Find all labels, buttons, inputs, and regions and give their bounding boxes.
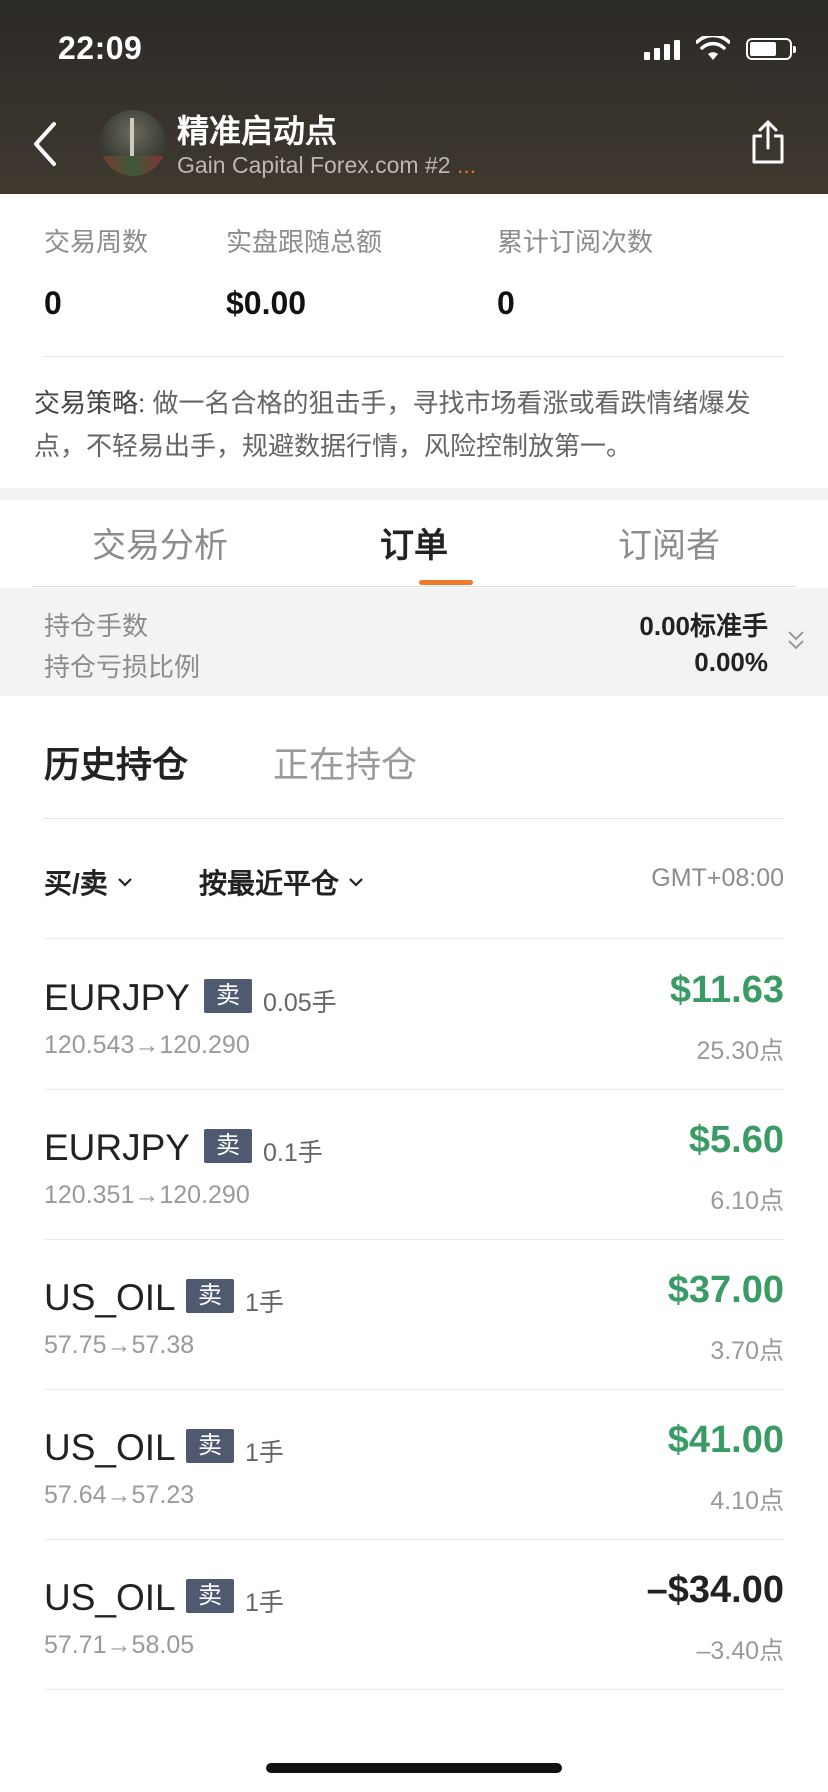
- chevron-down-icon: [349, 878, 363, 887]
- battery-icon: [746, 38, 796, 60]
- order-pnl: $41.00: [667, 1419, 784, 1461]
- summary-lots-value: 0.00标准手: [639, 611, 768, 641]
- stat-value: 0: [497, 285, 515, 321]
- avatar[interactable]: [100, 110, 166, 176]
- order-side-badge: 卖: [186, 1579, 234, 1613]
- stat-label: 交易周数: [44, 227, 149, 257]
- signal-icon: [644, 38, 680, 60]
- divider: [44, 356, 784, 357]
- order-prices: 120.543→120.290: [44, 1031, 250, 1059]
- strategy-label: 交易策略:: [34, 388, 146, 418]
- order-points: 25.30点: [696, 1037, 784, 1065]
- order-prices: 57.64→57.23: [44, 1481, 195, 1509]
- subtab-history-positions[interactable]: 历史持仓: [44, 736, 188, 788]
- section-gap: [0, 488, 828, 500]
- order-lots: 0.05手: [263, 989, 337, 1017]
- stat-weeks: 交易周数 0: [44, 222, 148, 322]
- order-pnl: $11.63: [669, 969, 784, 1011]
- tab-active-indicator: [419, 580, 473, 585]
- tab-orders[interactable]: 订单: [380, 518, 448, 567]
- order-side-badge: 卖: [186, 1429, 234, 1463]
- share-icon[interactable]: [748, 118, 788, 166]
- order-lots: 1手: [245, 1289, 284, 1317]
- summary-ratio-row: 持仓亏损比例 0.00%: [44, 647, 768, 684]
- summary-ratio-label: 持仓亏损比例: [44, 652, 201, 682]
- stat-value: $0.00: [226, 285, 307, 321]
- home-indicator[interactable]: [266, 1763, 562, 1773]
- header: 22:09 精准启动点 Gain Capital Forex.com #2 ..…: [0, 0, 828, 194]
- stat-label: 累计订阅次数: [497, 227, 654, 257]
- order-points: 6.10点: [710, 1187, 784, 1215]
- subtab-open-positions[interactable]: 正在持仓: [273, 736, 417, 788]
- side-filter-label: 买/卖: [44, 868, 108, 899]
- stats-panel: 交易周数 0 实盘跟随总额 $0.00 累计订阅次数 0: [44, 222, 784, 322]
- order-row[interactable]: US_OIL 卖 1手 57.75→57.38 $37.00 3.70点: [44, 1239, 784, 1390]
- order-points: –3.40点: [696, 1637, 784, 1665]
- order-points: 3.70点: [710, 1337, 784, 1365]
- order-prices: 120.351→120.290: [44, 1181, 250, 1209]
- stat-follow-amount: 实盘跟随总额 $0.00: [226, 222, 382, 322]
- order-side-badge: 卖: [204, 979, 252, 1013]
- order-points: 4.10点: [710, 1487, 784, 1515]
- order-prices: 57.75→57.38: [44, 1331, 195, 1359]
- divider: [44, 818, 784, 819]
- side-filter-dropdown[interactable]: 买/卖: [44, 862, 134, 902]
- page-subtitle: Gain Capital Forex.com #2 ...: [177, 152, 476, 179]
- order-pnl: $37.00: [667, 1269, 784, 1311]
- order-symbol: EURJPY: [44, 1127, 190, 1168]
- order-symbol: US_OIL: [44, 1427, 176, 1468]
- order-side-badge: 卖: [186, 1279, 234, 1313]
- stat-subscriptions: 累计订阅次数 0: [497, 222, 653, 322]
- status-icons: [644, 34, 796, 64]
- order-symbol: US_OIL: [44, 1277, 176, 1318]
- back-arrow-icon[interactable]: [26, 118, 66, 170]
- order-row[interactable]: US_OIL 卖 1手 57.64→57.23 $41.00 4.10点: [44, 1389, 784, 1540]
- summary-lots-row: 持仓手数 0.00标准手: [44, 606, 768, 643]
- summary-lots-label: 持仓手数: [44, 611, 149, 641]
- order-prices: 57.71→58.05: [44, 1631, 195, 1659]
- chevron-down-icon: [118, 878, 132, 887]
- wifi-icon: [696, 36, 730, 60]
- tab-subscribers[interactable]: 订阅者: [618, 518, 720, 567]
- summary-ratio-value: 0.00%: [694, 647, 768, 677]
- sort-filter-dropdown[interactable]: 按最近平仓: [199, 862, 365, 902]
- order-lots: 0.1手: [263, 1139, 323, 1167]
- tab-trade-analysis[interactable]: 交易分析: [92, 518, 228, 567]
- order-symbol: EURJPY: [44, 977, 190, 1018]
- order-pnl: $5.60: [688, 1119, 784, 1161]
- order-lots: 1手: [245, 1589, 284, 1617]
- order-lots: 1手: [245, 1439, 284, 1467]
- tab-bar: 交易分析 订单 订阅者: [32, 500, 796, 587]
- order-side-badge: 卖: [204, 1129, 252, 1163]
- subtitle-ellipsis: ...: [456, 152, 477, 178]
- position-summary[interactable]: 持仓手数 0.00标准手 持仓亏损比例 0.00%: [0, 588, 828, 696]
- stat-value: 0: [44, 285, 62, 321]
- strategy-text: 交易策略: 做一名合格的狙击手，寻找市场看涨或看跌情绪爆发点，不轻易出手，规避数…: [34, 382, 794, 468]
- double-chevron-down-icon[interactable]: [786, 628, 806, 654]
- sort-filter-label: 按最近平仓: [199, 868, 340, 899]
- broker-name: Gain Capital Forex.com #2: [177, 152, 451, 178]
- order-row[interactable]: US_OIL 卖 1手 57.71→58.05 –$34.00 –3.40点: [44, 1539, 784, 1690]
- order-pnl: –$34.00: [646, 1569, 784, 1611]
- page-title: 精准启动点: [177, 113, 338, 149]
- status-time: 22:09: [58, 30, 143, 66]
- order-row[interactable]: EURJPY 卖 0.05手 120.543→120.290 $11.63 25…: [44, 939, 784, 1090]
- order-row[interactable]: EURJPY 卖 0.1手 120.351→120.290 $5.60 6.10…: [44, 1089, 784, 1240]
- timezone-label: GMT+08:00: [651, 864, 784, 892]
- stat-label: 实盘跟随总额: [226, 227, 383, 257]
- order-symbol: US_OIL: [44, 1577, 176, 1618]
